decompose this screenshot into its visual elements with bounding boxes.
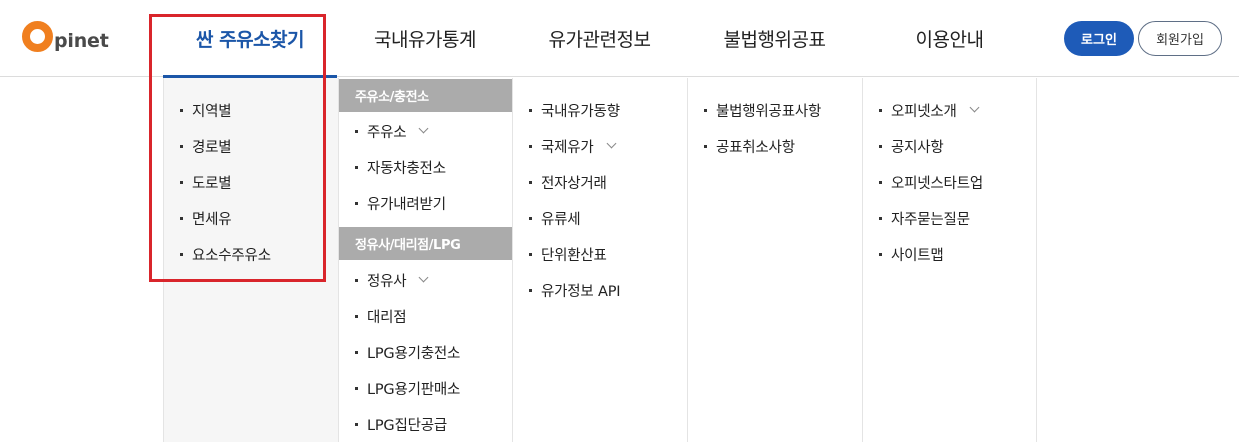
nav-illegal-disclosure[interactable]: 불법행위공표 xyxy=(687,0,862,77)
menu-item-road[interactable]: 도로별 xyxy=(180,170,232,194)
menu-item-lpg-group-supply[interactable]: LPG집단공급 xyxy=(355,412,447,436)
menu-column-find-station: 지역별 경로별 도로별 면세유 요소수주유소 xyxy=(163,78,338,442)
bullet-dot xyxy=(529,108,532,112)
bullet-dot xyxy=(355,129,358,133)
bullet-dot xyxy=(879,180,882,184)
menu-item-unit-conversion[interactable]: 단위환산표 xyxy=(529,242,607,266)
bullet-dot xyxy=(355,278,358,282)
nav-find-cheap-station[interactable]: 싼 주유소찾기 xyxy=(163,0,337,77)
menu-item-e-commerce[interactable]: 전자상거래 xyxy=(529,170,607,194)
bullet-dot xyxy=(704,144,707,148)
bullet-dot xyxy=(355,350,358,354)
nav-domestic-price-stats[interactable]: 국내유가통계 xyxy=(338,0,512,77)
chevron-down-icon xyxy=(418,123,429,133)
menu-item-ev-charging[interactable]: 자동차충전소 xyxy=(355,155,446,179)
menu-item-international-price[interactable]: 국제유가 xyxy=(529,134,617,158)
menu-item-gas-station[interactable]: 주유소 xyxy=(355,119,429,143)
menu-item-illegal-notices[interactable]: 불법행위공표사항 xyxy=(704,98,821,122)
menu-item-price-download[interactable]: 유가내려받기 xyxy=(355,191,446,215)
menu-item-notices[interactable]: 공지사항 xyxy=(879,134,944,158)
menu-item-fuel-tax[interactable]: 유류세 xyxy=(529,206,581,230)
section-header-refiners: 정유사/대리점/LPG xyxy=(339,227,513,260)
bullet-dot xyxy=(180,216,183,220)
login-button[interactable]: 로그인 xyxy=(1064,21,1134,56)
menu-item-refiner[interactable]: 정유사 xyxy=(355,268,429,292)
bullet-dot xyxy=(529,144,532,148)
bullet-dot xyxy=(355,201,358,205)
menu-item-sitemap[interactable]: 사이트맵 xyxy=(879,242,944,266)
menu-item-lpg-sales[interactable]: LPG용기판매소 xyxy=(355,376,460,400)
bullet-dot xyxy=(180,108,183,112)
bullet-dot xyxy=(180,252,183,256)
menu-column-guide: 오피넷소개 공지사항 오피넷스타트업 자주묻는질문 사이트맵 xyxy=(862,78,1037,442)
bullet-dot xyxy=(529,288,532,292)
logo-o-mark xyxy=(22,21,53,52)
bullet-dot xyxy=(879,144,882,148)
menu-item-domestic-trend[interactable]: 국내유가동향 xyxy=(529,98,620,122)
chevron-down-icon xyxy=(606,138,617,148)
menu-item-disclosure-cancel[interactable]: 공표취소사항 xyxy=(704,134,795,158)
menu-column-stats: 주유소/충전소 주유소 자동차충전소 유가내려받기 정유사/대리점/LPG 정유… xyxy=(338,78,513,442)
menu-item-price-api[interactable]: 유가정보 API xyxy=(529,278,621,302)
bullet-dot xyxy=(529,252,532,256)
menu-item-route[interactable]: 경로별 xyxy=(180,134,232,158)
bullet-dot xyxy=(355,386,358,390)
site-header: pinet 싼 주유소찾기 국내유가통계 유가관련정보 불법행위공표 이용안내 … xyxy=(0,0,1239,77)
opinet-logo[interactable]: pinet xyxy=(22,16,109,56)
menu-item-urea-station[interactable]: 요소수주유소 xyxy=(180,242,271,266)
section-header-stations: 주유소/충전소 xyxy=(339,79,513,112)
bullet-dot xyxy=(355,314,358,318)
chevron-down-icon xyxy=(418,272,429,282)
bullet-dot xyxy=(704,108,707,112)
nav-price-info[interactable]: 유가관련정보 xyxy=(512,0,687,77)
bullet-dot xyxy=(355,165,358,169)
menu-column-illegal: 불법행위공표사항 공표취소사항 xyxy=(687,78,862,442)
bullet-dot xyxy=(879,216,882,220)
bullet-dot xyxy=(879,252,882,256)
bullet-dot xyxy=(879,108,882,112)
signup-button[interactable]: 회원가입 xyxy=(1138,21,1222,56)
logo-text: pinet xyxy=(54,30,109,52)
menu-item-startup[interactable]: 오피넷스타트업 xyxy=(879,170,983,194)
bullet-dot xyxy=(180,180,183,184)
menu-item-agency[interactable]: 대리점 xyxy=(355,304,407,328)
menu-item-about-opinet[interactable]: 오피넷소개 xyxy=(879,98,980,122)
bullet-dot xyxy=(529,180,532,184)
menu-column-price-info: 국내유가동향 국제유가 전자상거래 유류세 단위환산표 유가정보 API xyxy=(512,78,687,442)
nav-usage-guide[interactable]: 이용안내 xyxy=(862,0,1037,77)
menu-item-tax-free-oil[interactable]: 면세유 xyxy=(180,206,232,230)
bullet-dot xyxy=(180,144,183,148)
bullet-dot xyxy=(355,422,358,426)
menu-item-lpg-charging[interactable]: LPG용기충전소 xyxy=(355,340,460,364)
chevron-down-icon xyxy=(969,102,980,112)
menu-item-region[interactable]: 지역별 xyxy=(180,98,232,122)
menu-item-faq[interactable]: 자주묻는질문 xyxy=(879,206,970,230)
bullet-dot xyxy=(529,216,532,220)
